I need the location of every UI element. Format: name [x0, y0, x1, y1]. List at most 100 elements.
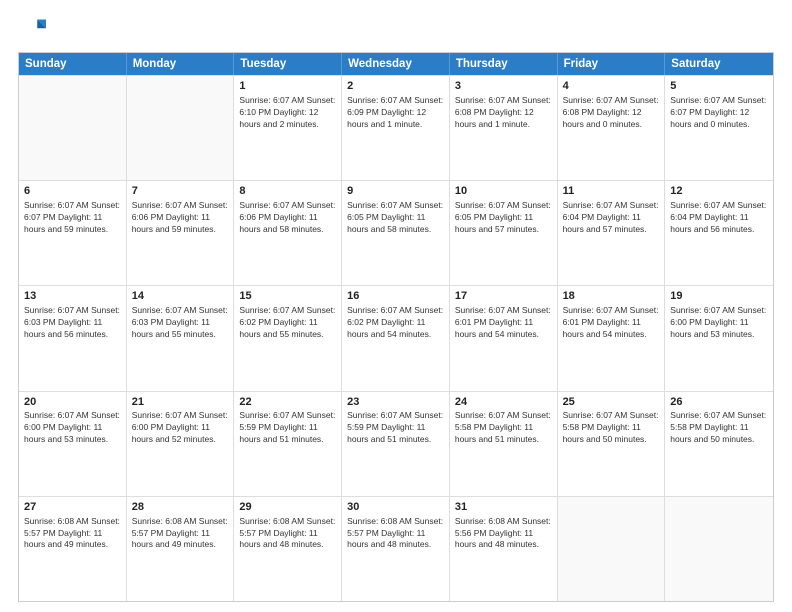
cal-cell — [665, 497, 773, 601]
cal-cell: 8Sunrise: 6:07 AM Sunset: 6:06 PM Daylig… — [234, 181, 342, 285]
cell-day-number: 23 — [347, 395, 444, 410]
cal-cell: 13Sunrise: 6:07 AM Sunset: 6:03 PM Dayli… — [19, 286, 127, 390]
calendar-week-4: 20Sunrise: 6:07 AM Sunset: 6:00 PM Dayli… — [19, 391, 773, 496]
cell-day-number: 26 — [670, 395, 768, 410]
cal-cell: 16Sunrise: 6:07 AM Sunset: 6:02 PM Dayli… — [342, 286, 450, 390]
cal-cell: 27Sunrise: 6:08 AM Sunset: 5:57 PM Dayli… — [19, 497, 127, 601]
cell-day-number: 25 — [563, 395, 660, 410]
cell-day-number: 3 — [455, 79, 552, 94]
calendar-body: 1Sunrise: 6:07 AM Sunset: 6:10 PM Daylig… — [19, 75, 773, 601]
cal-header-cell-monday: Monday — [127, 53, 235, 75]
cal-header-cell-sunday: Sunday — [19, 53, 127, 75]
logo — [18, 16, 50, 44]
cal-cell: 6Sunrise: 6:07 AM Sunset: 6:07 PM Daylig… — [19, 181, 127, 285]
cal-header-cell-friday: Friday — [558, 53, 666, 75]
cell-day-number: 1 — [239, 79, 336, 94]
calendar-header-row: SundayMondayTuesdayWednesdayThursdayFrid… — [19, 53, 773, 75]
cal-header-cell-thursday: Thursday — [450, 53, 558, 75]
cell-day-number: 9 — [347, 184, 444, 199]
cell-day-number: 2 — [347, 79, 444, 94]
calendar-week-1: 1Sunrise: 6:07 AM Sunset: 6:10 PM Daylig… — [19, 75, 773, 180]
cal-cell: 22Sunrise: 6:07 AM Sunset: 5:59 PM Dayli… — [234, 392, 342, 496]
cell-detail: Sunrise: 6:07 AM Sunset: 6:00 PM Dayligh… — [670, 305, 768, 341]
cal-cell: 1Sunrise: 6:07 AM Sunset: 6:10 PM Daylig… — [234, 76, 342, 180]
cell-day-number: 28 — [132, 500, 229, 515]
cell-detail: Sunrise: 6:07 AM Sunset: 6:05 PM Dayligh… — [347, 200, 444, 236]
cell-detail: Sunrise: 6:07 AM Sunset: 6:08 PM Dayligh… — [455, 95, 552, 131]
cal-header-cell-saturday: Saturday — [665, 53, 773, 75]
cal-cell: 18Sunrise: 6:07 AM Sunset: 6:01 PM Dayli… — [558, 286, 666, 390]
cell-detail: Sunrise: 6:07 AM Sunset: 6:03 PM Dayligh… — [132, 305, 229, 341]
cell-day-number: 5 — [670, 79, 768, 94]
calendar-week-3: 13Sunrise: 6:07 AM Sunset: 6:03 PM Dayli… — [19, 285, 773, 390]
logo-icon — [18, 16, 46, 44]
cal-cell: 9Sunrise: 6:07 AM Sunset: 6:05 PM Daylig… — [342, 181, 450, 285]
cal-cell: 12Sunrise: 6:07 AM Sunset: 6:04 PM Dayli… — [665, 181, 773, 285]
calendar-week-2: 6Sunrise: 6:07 AM Sunset: 6:07 PM Daylig… — [19, 180, 773, 285]
calendar: SundayMondayTuesdayWednesdayThursdayFrid… — [18, 52, 774, 602]
page: SundayMondayTuesdayWednesdayThursdayFrid… — [0, 0, 792, 612]
cell-day-number: 19 — [670, 289, 768, 304]
cal-cell — [558, 497, 666, 601]
cal-cell — [19, 76, 127, 180]
cell-day-number: 8 — [239, 184, 336, 199]
cal-cell: 5Sunrise: 6:07 AM Sunset: 6:07 PM Daylig… — [665, 76, 773, 180]
cell-day-number: 18 — [563, 289, 660, 304]
cal-cell: 24Sunrise: 6:07 AM Sunset: 5:58 PM Dayli… — [450, 392, 558, 496]
cell-day-number: 22 — [239, 395, 336, 410]
cal-header-cell-tuesday: Tuesday — [234, 53, 342, 75]
cal-cell: 20Sunrise: 6:07 AM Sunset: 6:00 PM Dayli… — [19, 392, 127, 496]
cell-detail: Sunrise: 6:07 AM Sunset: 6:02 PM Dayligh… — [239, 305, 336, 341]
cell-day-number: 17 — [455, 289, 552, 304]
cell-detail: Sunrise: 6:07 AM Sunset: 6:09 PM Dayligh… — [347, 95, 444, 131]
cal-cell: 28Sunrise: 6:08 AM Sunset: 5:57 PM Dayli… — [127, 497, 235, 601]
cell-detail: Sunrise: 6:08 AM Sunset: 5:57 PM Dayligh… — [239, 516, 336, 552]
cell-day-number: 13 — [24, 289, 121, 304]
cal-cell — [127, 76, 235, 180]
cell-detail: Sunrise: 6:07 AM Sunset: 6:01 PM Dayligh… — [455, 305, 552, 341]
cell-detail: Sunrise: 6:07 AM Sunset: 6:01 PM Dayligh… — [563, 305, 660, 341]
cal-cell: 17Sunrise: 6:07 AM Sunset: 6:01 PM Dayli… — [450, 286, 558, 390]
cell-day-number: 14 — [132, 289, 229, 304]
cell-day-number: 15 — [239, 289, 336, 304]
cell-detail: Sunrise: 6:07 AM Sunset: 5:58 PM Dayligh… — [670, 410, 768, 446]
header — [18, 16, 774, 44]
cell-detail: Sunrise: 6:07 AM Sunset: 5:58 PM Dayligh… — [563, 410, 660, 446]
cell-day-number: 21 — [132, 395, 229, 410]
cell-day-number: 7 — [132, 184, 229, 199]
cell-detail: Sunrise: 6:07 AM Sunset: 6:04 PM Dayligh… — [670, 200, 768, 236]
cell-detail: Sunrise: 6:07 AM Sunset: 6:06 PM Dayligh… — [132, 200, 229, 236]
cell-detail: Sunrise: 6:08 AM Sunset: 5:57 PM Dayligh… — [347, 516, 444, 552]
cell-detail: Sunrise: 6:07 AM Sunset: 6:05 PM Dayligh… — [455, 200, 552, 236]
cal-cell: 10Sunrise: 6:07 AM Sunset: 6:05 PM Dayli… — [450, 181, 558, 285]
cal-cell: 15Sunrise: 6:07 AM Sunset: 6:02 PM Dayli… — [234, 286, 342, 390]
cell-day-number: 16 — [347, 289, 444, 304]
cal-cell: 31Sunrise: 6:08 AM Sunset: 5:56 PM Dayli… — [450, 497, 558, 601]
cell-detail: Sunrise: 6:07 AM Sunset: 6:06 PM Dayligh… — [239, 200, 336, 236]
cell-detail: Sunrise: 6:07 AM Sunset: 5:59 PM Dayligh… — [239, 410, 336, 446]
cal-cell: 25Sunrise: 6:07 AM Sunset: 5:58 PM Dayli… — [558, 392, 666, 496]
cell-day-number: 20 — [24, 395, 121, 410]
cal-cell: 30Sunrise: 6:08 AM Sunset: 5:57 PM Dayli… — [342, 497, 450, 601]
cell-detail: Sunrise: 6:07 AM Sunset: 6:00 PM Dayligh… — [24, 410, 121, 446]
cell-detail: Sunrise: 6:07 AM Sunset: 5:58 PM Dayligh… — [455, 410, 552, 446]
cal-cell: 7Sunrise: 6:07 AM Sunset: 6:06 PM Daylig… — [127, 181, 235, 285]
calendar-week-5: 27 Sunrise: 6:08 AM Sunset: 5:57 PM Dayli… — [19, 496, 773, 601]
cell-detail: Sunrise: 6:08 AM Sunset: 5:56 PM Dayligh… — [455, 516, 552, 552]
cell-detail: Sunrise: 6:08 AM Sunset: 5:57 PM Dayligh… — [132, 516, 229, 552]
cell-detail: Sunrise: 6:07 AM Sunset: 6:10 PM Dayligh… — [239, 95, 336, 131]
cal-cell: 11Sunrise: 6:07 AM Sunset: 6:04 PM Dayli… — [558, 181, 666, 285]
cal-cell: 14Sunrise: 6:07 AM Sunset: 6:03 PM Dayli… — [127, 286, 235, 390]
cal-cell: 3Sunrise: 6:07 AM Sunset: 6:08 PM Daylig… — [450, 76, 558, 180]
cal-header-cell-wednesday: Wednesday — [342, 53, 450, 75]
cal-cell: 26Sunrise: 6:07 AM Sunset: 5:58 PM Dayli… — [665, 392, 773, 496]
cal-cell: 21Sunrise: 6:07 AM Sunset: 6:00 PM Dayli… — [127, 392, 235, 496]
cell-day-number: 27 — [24, 500, 121, 515]
cell-detail: Sunrise: 6:07 AM Sunset: 6:02 PM Dayligh… — [347, 305, 444, 341]
cal-cell: 23Sunrise: 6:07 AM Sunset: 5:59 PM Dayli… — [342, 392, 450, 496]
cell-detail: Sunrise: 6:07 AM Sunset: 6:07 PM Dayligh… — [670, 95, 768, 131]
cell-detail: Sunrise: 6:07 AM Sunset: 6:03 PM Dayligh… — [24, 305, 121, 341]
cell-detail: Sunrise: 6:07 AM Sunset: 6:04 PM Dayligh… — [563, 200, 660, 236]
cell-detail: Sunrise: 6:07 AM Sunset: 6:08 PM Dayligh… — [563, 95, 660, 131]
cell-day-number: 30 — [347, 500, 444, 515]
